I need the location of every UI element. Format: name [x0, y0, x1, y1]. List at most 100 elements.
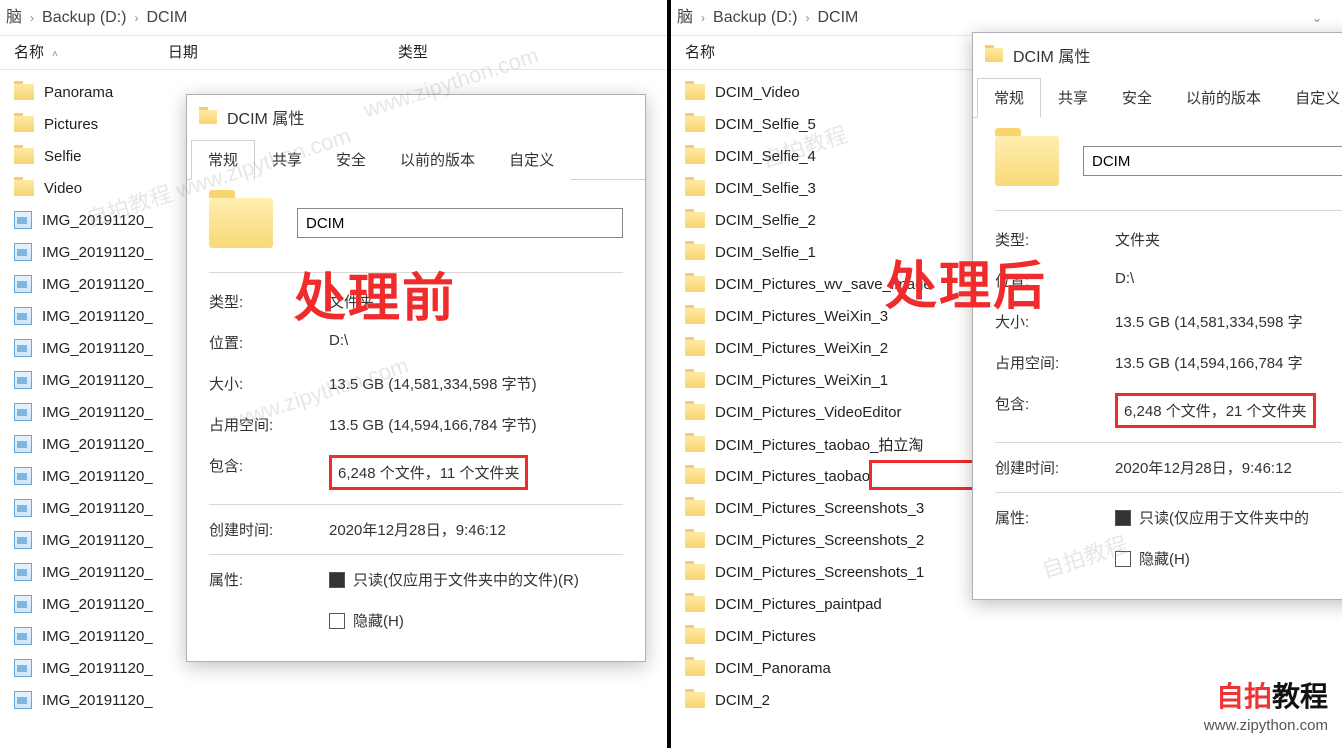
image-file-icon [14, 659, 32, 677]
value-created: 2020年12月28日，9:46:12 [329, 519, 623, 540]
chevron-right-icon: › [134, 0, 138, 36]
file-name: IMG_20191120_ [42, 436, 153, 453]
checkbox-readonly[interactable]: ■只读(仅应用于文件夹中的文件)(R) [329, 569, 579, 590]
image-file-icon [14, 435, 32, 453]
column-headers: 名称˄ 日期 类型 [0, 36, 667, 70]
breadcrumb-folder[interactable]: DCIM [146, 0, 187, 36]
folder-icon [14, 180, 34, 196]
dialog-title: DCIM 属性 [227, 105, 304, 129]
image-file-icon [14, 467, 32, 485]
label-attributes: 属性: [209, 569, 329, 590]
after-pane: 脑 › Backup (D:) › DCIM ⌄ 名称 DCIM_Video DC… [671, 0, 1342, 748]
file-name: IMG_20191120_ [42, 212, 153, 229]
chevron-right-icon: › [701, 0, 705, 36]
file-name: DCIM_Selfie_1 [715, 244, 816, 261]
tab-general[interactable]: 常规 [977, 78, 1041, 118]
col-name[interactable]: 名称 [685, 36, 715, 69]
folder-name-input[interactable] [1083, 146, 1342, 176]
label-location: 位置: [209, 332, 329, 353]
file-name: DCIM_Selfie_3 [715, 180, 816, 197]
file-name: IMG_20191120_ [42, 404, 153, 421]
folder-name-input[interactable] [297, 208, 623, 238]
col-date[interactable]: 日期 [168, 36, 198, 69]
value-size-on-disk: 13.5 GB (14,594,166,784 字 [1115, 352, 1342, 373]
col-name[interactable]: 名称˄ [14, 36, 58, 69]
value-contains: 6,248 个文件，21 个文件夹 [1115, 393, 1316, 428]
label-size-on-disk: 占用空间: [209, 414, 329, 435]
label-created: 创建时间: [995, 457, 1115, 478]
file-name: IMG_20191120_ [42, 532, 153, 549]
tab-security[interactable]: 安全 [1105, 78, 1169, 118]
file-name: DCIM_Selfie_5 [715, 116, 816, 133]
label-location: 位置: [995, 270, 1115, 291]
file-row[interactable]: IMG_20191120_ [14, 684, 667, 716]
value-type: 文件夹 [329, 291, 623, 312]
label-type: 类型: [995, 229, 1115, 250]
large-folder-icon [995, 136, 1059, 186]
image-file-icon [14, 307, 32, 325]
tab-previous-versions[interactable]: 以前的版本 [1169, 78, 1278, 118]
breadcrumb-pc[interactable]: 脑 [6, 0, 22, 36]
file-name: Selfie [44, 148, 82, 165]
label-size: 大小: [209, 373, 329, 394]
tab-previous-versions[interactable]: 以前的版本 [383, 140, 492, 180]
image-file-icon [14, 403, 32, 421]
breadcrumb-folder[interactable]: DCIM [817, 0, 858, 36]
address-bar[interactable]: 脑 › Backup (D:) › DCIM [0, 0, 667, 36]
folder-icon [685, 500, 705, 516]
folder-icon [685, 116, 705, 132]
folder-icon [685, 468, 705, 484]
tab-share[interactable]: 共享 [255, 140, 319, 180]
file-name: DCIM_Pictures_taobao [715, 468, 870, 485]
tab-custom[interactable]: 自定义 [1278, 78, 1342, 118]
before-pane: 脑 › Backup (D:) › DCIM 名称˄ 日期 类型 Panoram… [0, 0, 671, 748]
file-name: IMG_20191120_ [42, 308, 153, 325]
checkbox-icon [1115, 551, 1131, 567]
image-file-icon [14, 211, 32, 229]
tab-security[interactable]: 安全 [319, 140, 383, 180]
file-name: IMG_20191120_ [42, 692, 153, 709]
file-name: DCIM_2 [715, 692, 770, 709]
breadcrumb-drive[interactable]: Backup (D:) [713, 0, 797, 36]
value-created: 2020年12月28日，9:46:12 [1115, 457, 1342, 478]
label-contains: 包含: [995, 393, 1115, 428]
folder-icon [685, 276, 705, 292]
checkbox-hidden[interactable]: 隐藏(H) [329, 610, 404, 631]
col-type[interactable]: 类型 [398, 36, 428, 69]
dropdown-icon[interactable]: ⌄ [1312, 0, 1322, 36]
folder-icon [685, 596, 705, 612]
checkbox-readonly[interactable]: ■只读(仅应用于文件夹中的 [1115, 507, 1309, 528]
value-size: 13.5 GB (14,581,334,598 字节) [329, 373, 623, 394]
file-name: DCIM_Panorama [715, 660, 831, 677]
label-size-on-disk: 占用空间: [995, 352, 1115, 373]
file-name: IMG_20191120_ [42, 628, 153, 645]
file-name: DCIM_Video [715, 84, 800, 101]
properties-dialog-before: DCIM 属性 常规 共享 安全 以前的版本 自定义 类型:文件夹 位置:D:\… [186, 94, 646, 662]
checkbox-icon: ■ [329, 572, 345, 588]
file-name: Panorama [44, 84, 113, 101]
value-location: D:\ [1115, 270, 1342, 291]
file-row[interactable]: DCIM_Pictures [685, 620, 1342, 652]
tab-custom[interactable]: 自定义 [492, 140, 571, 180]
image-file-icon [14, 371, 32, 389]
dialog-titlebar[interactable]: DCIM 属性 [187, 95, 645, 139]
folder-icon [685, 212, 705, 228]
tab-general[interactable]: 常规 [191, 140, 255, 180]
address-bar[interactable]: 脑 › Backup (D:) › DCIM ⌄ [671, 0, 1342, 36]
dialog-tabs: 常规 共享 安全 以前的版本 自定义 [973, 77, 1342, 118]
file-name: DCIM_Selfie_2 [715, 212, 816, 229]
breadcrumb-drive[interactable]: Backup (D:) [42, 0, 126, 36]
image-file-icon [14, 691, 32, 709]
tab-share[interactable]: 共享 [1041, 78, 1105, 118]
label-size: 大小: [995, 311, 1115, 332]
folder-icon [685, 308, 705, 324]
file-name: DCIM_Pictures_VideoEditor [715, 404, 901, 421]
image-file-icon [14, 275, 32, 293]
folder-icon [685, 404, 705, 420]
dialog-titlebar[interactable]: DCIM 属性 [973, 33, 1342, 77]
label-type: 类型: [209, 291, 329, 312]
checkbox-hidden[interactable]: 隐藏(H) [1115, 548, 1190, 569]
breadcrumb-pc[interactable]: 脑 [677, 0, 693, 36]
folder-icon [685, 148, 705, 164]
file-name: DCIM_Pictures_wv_save_image [715, 276, 932, 293]
